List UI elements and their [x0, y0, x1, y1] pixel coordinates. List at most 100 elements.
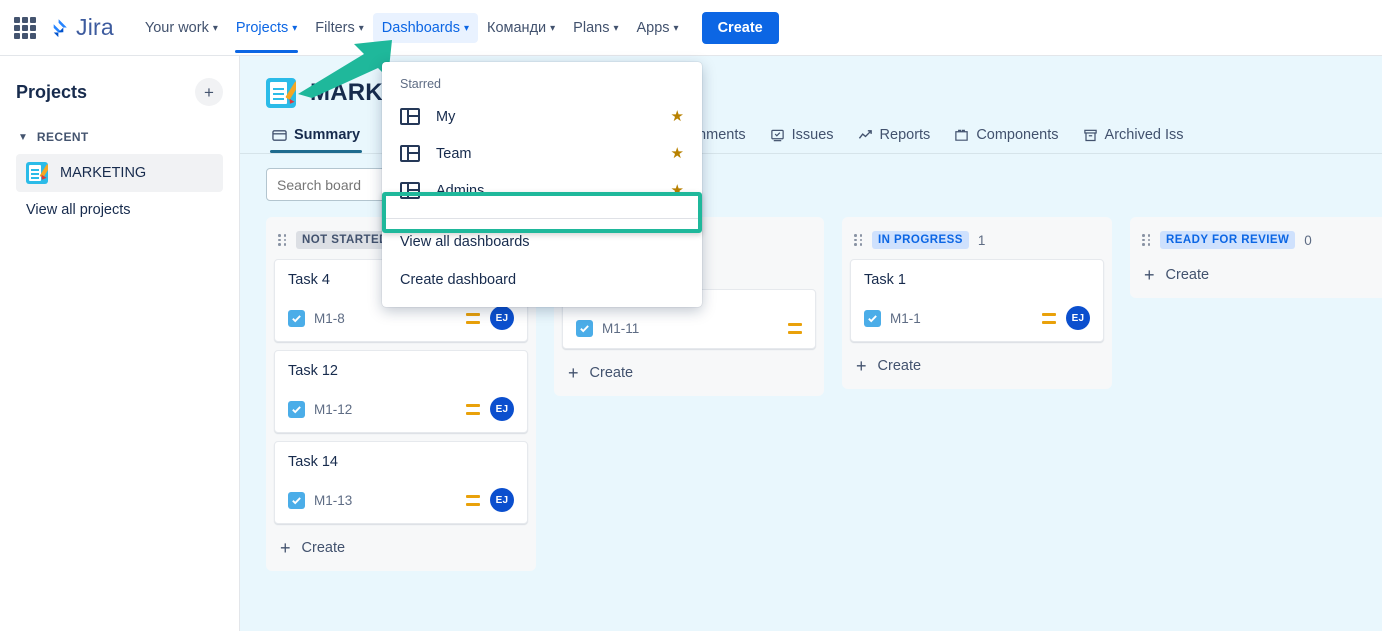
task-type-icon — [288, 401, 305, 418]
reports-icon — [858, 128, 873, 143]
tab-archived-label: Archived Iss — [1105, 127, 1184, 143]
card-meta: M1-11 — [576, 320, 639, 337]
chevron-down-icon: ▾ — [292, 24, 297, 34]
column-header[interactable]: IN PROGRESS 1 — [850, 227, 1104, 259]
tab-components[interactable]: Components — [944, 121, 1068, 153]
create-dashboard-link[interactable]: Create dashboard — [382, 261, 702, 299]
create-issue-button[interactable]: + Create — [274, 532, 528, 561]
card-indicators: EJ — [1042, 306, 1090, 330]
priority-medium-icon — [466, 313, 480, 324]
add-project-button[interactable]: + — [195, 78, 223, 106]
avatar[interactable]: EJ — [1066, 306, 1090, 330]
plus-icon: + — [568, 364, 579, 382]
create-issue-button[interactable]: + Create — [850, 350, 1104, 379]
sidebar-section-recent[interactable]: ▼ RECENT — [16, 126, 223, 148]
card-meta: M1-1 — [864, 310, 921, 327]
sidebar-title: Projects — [16, 82, 87, 103]
board-card[interactable]: Task 12 M1-12 EJ — [274, 350, 528, 433]
sidebar-header: Projects + — [16, 78, 223, 106]
star-icon[interactable]: ★ — [671, 146, 684, 161]
jira-app-window: Jira Your work ▾ Projects ▾ Filters ▾ Da… — [0, 0, 1382, 631]
plus-icon: + — [856, 357, 867, 375]
top-navigation-bar: Jira Your work ▾ Projects ▾ Filters ▾ Da… — [0, 0, 1382, 56]
sidebar-item-label: MARKETING — [60, 165, 146, 181]
dropdown-divider — [382, 218, 702, 219]
drag-handle-icon[interactable] — [1142, 234, 1151, 246]
card-issue-key[interactable]: M1-1 — [890, 311, 921, 326]
nav-apps-label: Apps — [636, 20, 669, 36]
nav-apps[interactable]: Apps ▾ — [627, 13, 687, 43]
task-type-icon — [288, 310, 305, 327]
status-badge: IN PROGRESS — [872, 231, 969, 249]
nav-teams-label: Команди — [487, 20, 546, 36]
task-type-icon — [864, 310, 881, 327]
nav-teams[interactable]: Команди ▾ — [478, 13, 564, 43]
tab-archived-issues[interactable]: Archived Iss — [1073, 121, 1194, 153]
card-issue-key[interactable]: M1-11 — [602, 321, 639, 336]
card-meta: M1-8 — [288, 310, 345, 327]
view-all-projects-link[interactable]: View all projects — [16, 196, 141, 224]
card-indicators: EJ — [466, 397, 514, 421]
board-card[interactable]: Task 1 M1-1 EJ — [850, 259, 1104, 342]
priority-medium-icon — [466, 404, 480, 415]
column-header[interactable]: READY FOR REVIEW 0 — [1138, 227, 1382, 259]
chevron-down-icon: ▾ — [213, 24, 218, 34]
dropdown-item-my[interactable]: My ★ — [382, 98, 702, 135]
card-meta: M1-13 — [288, 492, 352, 509]
priority-medium-icon — [788, 323, 802, 334]
plus-icon: + — [1144, 266, 1155, 284]
board-column-in-progress: IN PROGRESS 1 Task 1 M1-1 — [842, 217, 1112, 389]
card-issue-key[interactable]: M1-13 — [314, 493, 352, 508]
dropdown-item-label: Admins — [436, 183, 655, 199]
tab-issues[interactable]: Issues — [760, 121, 844, 153]
card-title: Task 12 — [288, 363, 514, 379]
archive-icon — [1083, 128, 1098, 143]
dropdown-section-label: Starred — [382, 72, 702, 98]
nav-filters-label: Filters — [315, 20, 354, 36]
drag-handle-icon[interactable] — [278, 234, 287, 246]
create-button[interactable]: Create — [702, 12, 779, 44]
dashboard-icon — [400, 182, 420, 199]
project-notepad-icon — [26, 162, 48, 184]
create-issue-label: Create — [302, 540, 346, 556]
card-title: Task 14 — [288, 454, 514, 470]
star-icon[interactable]: ★ — [671, 183, 684, 198]
column-count: 0 — [1304, 233, 1312, 248]
avatar[interactable]: EJ — [490, 397, 514, 421]
card-issue-key[interactable]: M1-8 — [314, 311, 345, 326]
priority-medium-icon — [466, 495, 480, 506]
chevron-down-icon: ▾ — [359, 24, 364, 34]
jira-logo[interactable]: Jira — [48, 14, 114, 41]
nav-plans[interactable]: Plans ▾ — [564, 13, 627, 43]
view-all-dashboards-link[interactable]: View all dashboards — [382, 223, 702, 261]
sidebar-item-marketing[interactable]: MARKETING — [16, 154, 223, 192]
tab-summary-label: Summary — [294, 127, 360, 143]
card-indicators — [788, 323, 802, 334]
nav-plans-label: Plans — [573, 20, 609, 36]
tab-reports[interactable]: Reports — [848, 121, 941, 153]
nav-your-work[interactable]: Your work ▾ — [136, 13, 227, 43]
board-column-ready-for-review: READY FOR REVIEW 0 + Create — [1130, 217, 1382, 298]
dropdown-item-admins[interactable]: Admins ★ — [382, 172, 702, 209]
create-issue-label: Create — [878, 358, 922, 374]
dashboard-icon — [400, 145, 420, 162]
tab-summary[interactable]: Summary — [262, 121, 370, 153]
jira-mark-icon — [48, 17, 70, 39]
dropdown-item-team[interactable]: Team ★ — [382, 135, 702, 172]
tab-issues-label: Issues — [792, 127, 834, 143]
board-card[interactable]: Task 14 M1-13 EJ — [274, 441, 528, 524]
card-footer: M1-8 EJ — [288, 306, 514, 330]
star-icon[interactable]: ★ — [671, 109, 684, 124]
create-issue-button[interactable]: + Create — [562, 357, 816, 386]
create-issue-button[interactable]: + Create — [1138, 259, 1382, 288]
status-badge: NOT STARTED — [296, 231, 394, 249]
avatar[interactable]: EJ — [490, 306, 514, 330]
drag-handle-icon[interactable] — [854, 234, 863, 246]
brand-label: Jira — [76, 14, 114, 41]
app-switcher-icon[interactable] — [14, 17, 36, 39]
card-issue-key[interactable]: M1-12 — [314, 402, 352, 417]
dropdown-item-label: Team — [436, 146, 655, 162]
card-title: Task 1 — [864, 272, 1090, 288]
card-footer: M1-13 EJ — [288, 488, 514, 512]
avatar[interactable]: EJ — [490, 488, 514, 512]
